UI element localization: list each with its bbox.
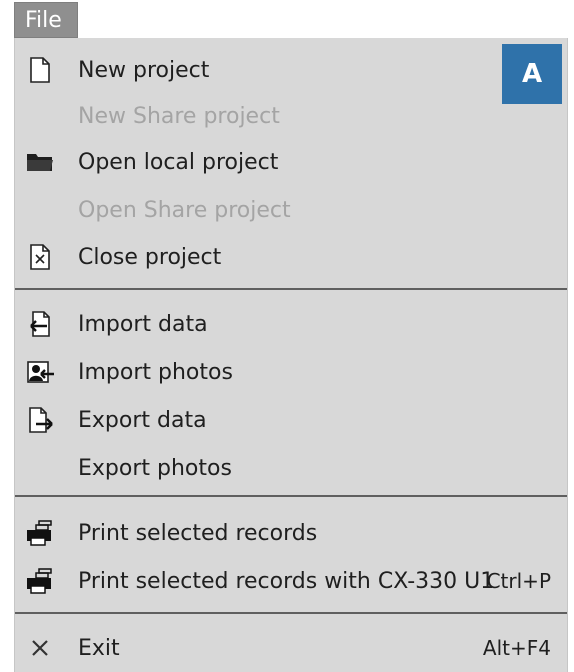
- export-data-icon: [23, 403, 57, 437]
- close-icon: [23, 631, 57, 665]
- menu-item-new-project[interactable]: New project: [15, 48, 567, 92]
- menu-item-shortcut: Alt+F4: [482, 636, 551, 660]
- menu-item-open-local-project[interactable]: Open local project: [15, 140, 567, 184]
- menu-item-import-data[interactable]: Import data: [15, 302, 567, 346]
- menu-item-export-photos[interactable]: Export photos: [15, 446, 567, 490]
- menu-item-label: Open local project: [78, 149, 279, 175]
- menu-item-label: Import data: [78, 311, 208, 337]
- folder-icon: [23, 145, 57, 179]
- menu-item-label: Exit: [78, 635, 120, 661]
- menu-item-label: Export photos: [78, 455, 232, 481]
- menu-item-import-photos[interactable]: Import photos: [15, 350, 567, 394]
- menu-item-shortcut: Ctrl+P: [486, 569, 551, 593]
- printer-icon: [23, 516, 57, 550]
- menu-item-label: Print selected records: [78, 520, 318, 546]
- menu-item-exit[interactable]: Exit Alt+F4: [15, 626, 567, 670]
- menu-item-new-share-project: New Share project: [15, 94, 567, 138]
- document-icon: [23, 53, 57, 87]
- file-menu-tab[interactable]: File: [14, 2, 78, 38]
- printer-icon: [23, 564, 57, 598]
- menu-item-open-share-project: Open Share project: [15, 188, 567, 232]
- menu-separator: [15, 288, 567, 290]
- close-document-icon: [23, 240, 57, 274]
- menu-item-print-selected-records-cx330[interactable]: Print selected records with CX-330 U1 Ct…: [15, 559, 567, 603]
- callout-badge: A: [502, 44, 562, 104]
- import-data-icon: [23, 307, 57, 341]
- menu-item-label: Print selected records with CX-330 U1: [78, 568, 495, 594]
- menu-separator: [15, 495, 567, 497]
- menu-item-label: Close project: [78, 244, 222, 270]
- menu-item-label: Export data: [78, 407, 207, 433]
- menu-item-label: Import photos: [78, 359, 233, 385]
- import-photos-icon: [23, 355, 57, 389]
- menu-item-print-selected-records[interactable]: Print selected records: [15, 511, 567, 555]
- menu-item-export-data[interactable]: Export data: [15, 398, 567, 442]
- menu-separator: [15, 612, 567, 614]
- menu-item-label: Open Share project: [78, 197, 291, 223]
- file-menu-dropdown: New project New Share project Open local…: [14, 38, 568, 672]
- menu-item-close-project[interactable]: Close project: [15, 235, 567, 279]
- menu-item-label: New project: [78, 57, 210, 83]
- menu-item-label: New Share project: [78, 103, 280, 129]
